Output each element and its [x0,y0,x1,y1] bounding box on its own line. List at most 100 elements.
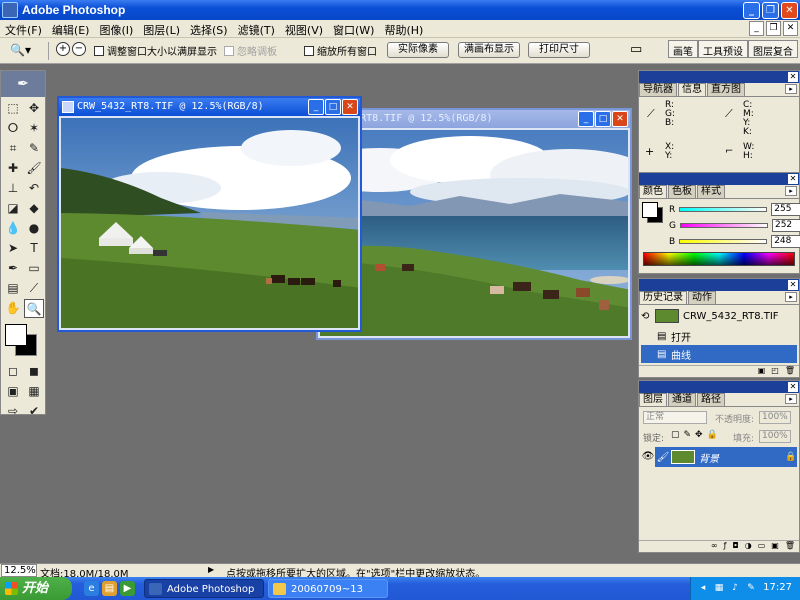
panel-titlebar[interactable]: ✕ [639,173,799,185]
dodge-tool-icon[interactable]: ● [24,219,44,238]
color-fg-swatch[interactable] [642,202,658,218]
menu-select[interactable]: 选择(S) [185,20,233,37]
panel-close-button[interactable]: ✕ [788,72,798,82]
status-menu-arrow-icon[interactable]: ▶ [208,565,214,574]
eyedropper-tool-icon[interactable]: ⟋ [24,279,44,298]
checkbox-box[interactable] [304,45,314,56]
document-window-front[interactable]: CRW_5432_RT8.TIF @ 12.5%(RGB/8) _ □ ✕ [57,96,362,332]
tab-channels[interactable]: 通道 [668,393,696,406]
layer-brush-icon[interactable]: 🖌 [655,452,671,463]
explorer-quicklaunch-icon[interactable]: ▤ [102,581,117,596]
opacity-field[interactable]: 100% [759,411,791,424]
zoom-in-icon[interactable]: + [56,42,70,56]
doc-restore-button[interactable]: ❐ [766,21,781,36]
blue-slider[interactable]: B 248 [669,235,800,248]
history-snapshot[interactable]: ⟲ CRW_5432_RT8.TIF [641,307,797,325]
menu-filter[interactable]: 滤镜(T) [233,20,280,37]
green-slider[interactable]: G 252 [669,219,800,232]
palette-well-icon[interactable]: ▭ [630,42,646,58]
document-window-back[interactable]: 433_RT8.TIF @ 12.5%(RGB/8) _ □ ✕ [316,108,632,340]
tray-arrow-icon[interactable]: ◂ [697,582,709,594]
delete-layer-icon[interactable]: 🗑 [785,541,795,552]
tray-volume-icon[interactable]: ♪ [729,582,741,594]
menu-layer[interactable]: 图层(L) [138,20,185,37]
paint-bucket-tool-icon[interactable]: ◆ [24,199,44,218]
layer-style-icon[interactable]: ƒ [724,541,727,552]
fill-field[interactable]: 100% [759,430,791,443]
checkbox-box[interactable] [224,45,234,56]
print-size-button[interactable]: 打印尺寸 [528,42,590,58]
panel-menu-button[interactable]: ▸ [785,186,797,196]
panel-close-button[interactable]: ✕ [788,174,798,184]
taskbar-item-folder[interactable]: 20060709~13 [268,579,388,598]
clock[interactable]: 17:27 [763,582,792,593]
menu-view[interactable]: 视图(V) [280,20,328,37]
resize-windows-checkbox[interactable]: 调整窗口大小以满屏显示 [94,43,217,58]
document-canvas-back[interactable] [320,130,628,336]
menu-image[interactable]: 图像(I) [94,20,138,37]
tab-history[interactable]: 历史记录 [639,291,687,304]
menu-edit[interactable]: 编辑(E) [47,20,95,37]
notes-tool-icon[interactable]: ▤ [3,279,23,298]
panel-close-button[interactable]: ✕ [788,382,798,392]
panel-close-button[interactable]: ✕ [788,280,798,290]
green-track[interactable] [679,223,768,228]
zoom-out-icon[interactable]: − [72,42,86,56]
crop-tool-icon[interactable]: ⌗ [3,139,23,158]
standard-screen-mode-icon[interactable]: ▣ [3,382,23,401]
stamp-tool-icon[interactable]: ⊥ [3,179,23,198]
ie-quicklaunch-icon[interactable]: e [84,581,99,596]
slice-tool-icon[interactable]: ✎ [24,139,44,158]
panel-menu-button[interactable]: ▸ [785,394,797,404]
healing-brush-tool-icon[interactable]: ✚ [3,159,23,178]
history-brush-source-icon[interactable]: ⟲ [641,311,655,322]
fit-screen-button[interactable]: 满画布显示 [458,42,520,58]
quick-mask-mode-icon[interactable]: ◼ [24,362,44,381]
blend-mode-select[interactable]: 正常 [643,411,707,424]
layer-row-background[interactable]: 👁 🖌 背景 🔒 [641,447,797,467]
media-quicklaunch-icon[interactable]: ▶ [120,581,135,596]
type-tool-icon[interactable]: T [24,239,44,258]
blue-track[interactable] [679,239,768,244]
brush-tool-icon[interactable]: 🖌 [24,159,44,178]
new-adjustment-layer-icon[interactable]: ◑ [745,541,752,552]
eyedropper-cmyk-icon[interactable]: ⟋ [725,108,733,119]
doc-minimize-button[interactable]: _ [749,21,764,36]
shape-tool-icon[interactable]: ▭ [24,259,44,278]
link-layers-icon[interactable]: ∞ [711,541,718,552]
blur-tool-icon[interactable]: 💧 [3,219,23,238]
tab-actions[interactable]: 动作 [688,291,716,304]
tray-ime-icon[interactable]: ✎ [745,582,757,594]
tab-color[interactable]: 颜色 [639,185,667,198]
doc-back-maximize-button[interactable]: □ [595,111,611,127]
document-canvas-front[interactable] [61,118,358,328]
doc-back-minimize-button[interactable]: _ [578,111,594,127]
eraser-tool-icon[interactable]: ◪ [3,199,23,218]
tab-histogram[interactable]: 直方图 [707,83,745,96]
layer-visibility-eye-icon[interactable]: 👁 [641,447,655,467]
tab-swatches[interactable]: 色板 [668,185,696,198]
blue-value[interactable]: 248 [771,235,800,248]
restore-button[interactable]: ❐ [762,2,779,19]
add-mask-icon[interactable]: ◘ [732,541,738,552]
panel-titlebar[interactable]: ✕ [639,279,799,291]
brush-preset-icon[interactable]: ✔ [24,402,44,421]
lasso-tool-icon[interactable]: ⵔ [3,119,23,138]
feather-logo-icon[interactable]: ✒ [1,71,45,97]
foreground-color-swatch[interactable] [5,324,27,346]
ignore-palettes-checkbox[interactable]: 忽略调板 [224,43,277,58]
history-state-curves[interactable]: ▤ 曲线 [641,345,797,363]
marquee-tool-icon[interactable]: ⬚ [3,99,23,118]
jump-to-imageready-icon[interactable]: ⇨ [3,402,23,421]
red-slider[interactable]: R 255 [669,203,800,216]
magic-wand-tool-icon[interactable]: ✶ [24,119,44,138]
delete-state-icon[interactable]: 🗑 [785,366,795,377]
red-value[interactable]: 255 [771,203,800,216]
panel-menu-button[interactable]: ▸ [785,292,797,302]
doc-front-maximize-button[interactable]: □ [325,99,341,115]
tab-layers[interactable]: 图层 [639,393,667,406]
move-tool-icon[interactable]: ✥ [24,99,44,118]
doc-front-close-button[interactable]: ✕ [342,99,358,115]
new-snapshot-icon[interactable]: ◰ [771,366,779,377]
lock-options[interactable]: ▢✎✥🔒 [671,430,722,440]
